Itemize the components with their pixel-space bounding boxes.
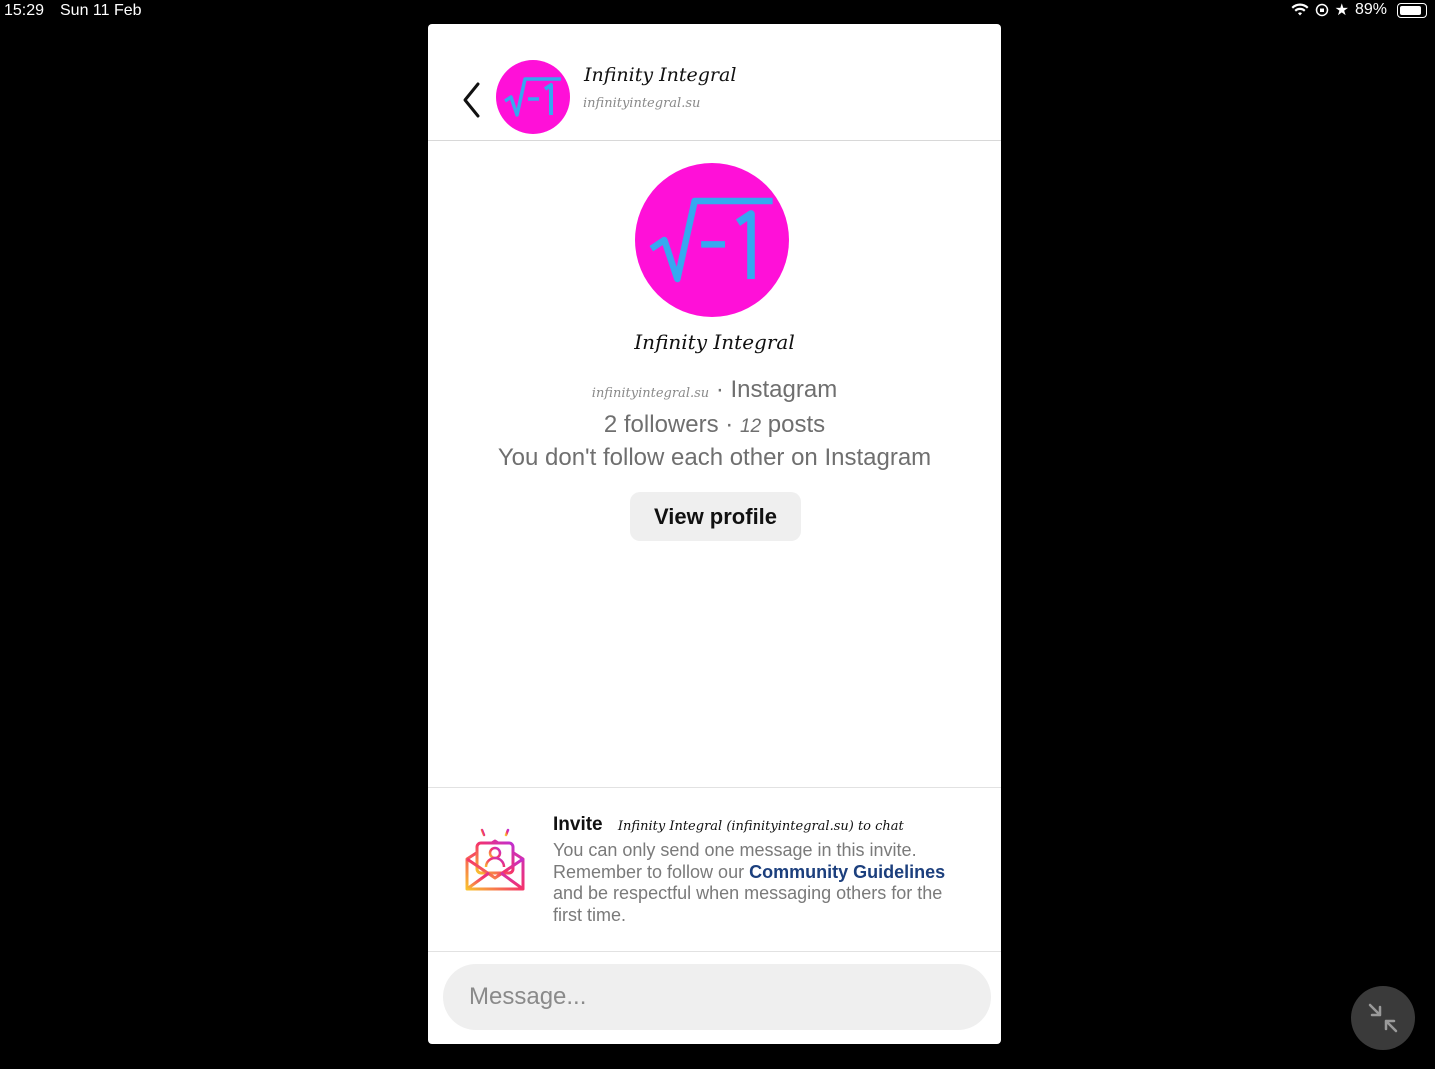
profile-meta: infinityintegral.su · Instagram bbox=[428, 376, 1001, 404]
header-handle: infinityintegral.su bbox=[583, 96, 701, 111]
header-name[interactable]: Infinity Integral bbox=[584, 64, 736, 86]
follow-status: You don't follow each other on Instagram bbox=[497, 444, 932, 471]
posts-label: posts bbox=[767, 411, 826, 438]
invite-name: Infinity Integral (infinityintegral.su) … bbox=[617, 819, 904, 834]
status-time: 15:29 bbox=[4, 2, 45, 19]
meta-separator: · bbox=[715, 376, 731, 403]
sqrt-minus-one-logo-large bbox=[649, 197, 773, 283]
orientation-lock-icon bbox=[1315, 3, 1328, 17]
avatar[interactable] bbox=[496, 60, 570, 134]
invite-notice: Invite Infinity Integral (infinityintegr… bbox=[428, 787, 1001, 952]
invite-envelope-icon bbox=[465, 826, 525, 891]
wifi-icon bbox=[1291, 3, 1309, 16]
minimize-arrows-icon bbox=[1368, 1003, 1398, 1033]
message-input[interactable] bbox=[443, 964, 991, 1030]
stats-separator: · bbox=[725, 411, 740, 438]
profile-avatar[interactable] bbox=[635, 163, 789, 317]
invite-body: You can only send one message in this in… bbox=[553, 840, 973, 926]
followers-label: followers bbox=[623, 411, 719, 438]
status-bar: 15:29 Sun 11 Feb ★ 89% bbox=[0, 0, 1435, 24]
battery-icon bbox=[1397, 2, 1427, 18]
view-profile-button[interactable]: View profile bbox=[630, 492, 801, 541]
profile-stats: 2 followers · 12 posts bbox=[428, 411, 1001, 439]
invite-label: Invite bbox=[553, 814, 603, 835]
minimize-button[interactable] bbox=[1351, 986, 1415, 1050]
chat-header: Infinity Integral infinityintegral.su bbox=[428, 24, 1001, 141]
battery-percent: 89% bbox=[1354, 1, 1387, 18]
profile-platform: Instagram bbox=[730, 376, 838, 403]
status-indicators: ★ 89% bbox=[1291, 0, 1427, 20]
community-guidelines-link[interactable]: Community Guidelines bbox=[749, 862, 945, 882]
invite-title: Invite Infinity Integral (infinityintegr… bbox=[553, 814, 904, 836]
sqrt-minus-one-logo bbox=[504, 77, 561, 117]
posts-count: 12 bbox=[739, 416, 762, 437]
status-date: Sun 11 Feb bbox=[60, 2, 142, 19]
followers-count: 2 bbox=[603, 411, 618, 438]
star-icon: ★ bbox=[1334, 2, 1349, 19]
profile-handle: infinityintegral.su bbox=[591, 386, 710, 401]
profile-name: Infinity Integral bbox=[634, 330, 795, 354]
invite-body-part2: and be respectful when messaging others … bbox=[553, 883, 943, 925]
dm-panel: Infinity Integral infinityintegral.su In… bbox=[428, 24, 1001, 1044]
back-chevron-icon[interactable] bbox=[460, 80, 484, 120]
